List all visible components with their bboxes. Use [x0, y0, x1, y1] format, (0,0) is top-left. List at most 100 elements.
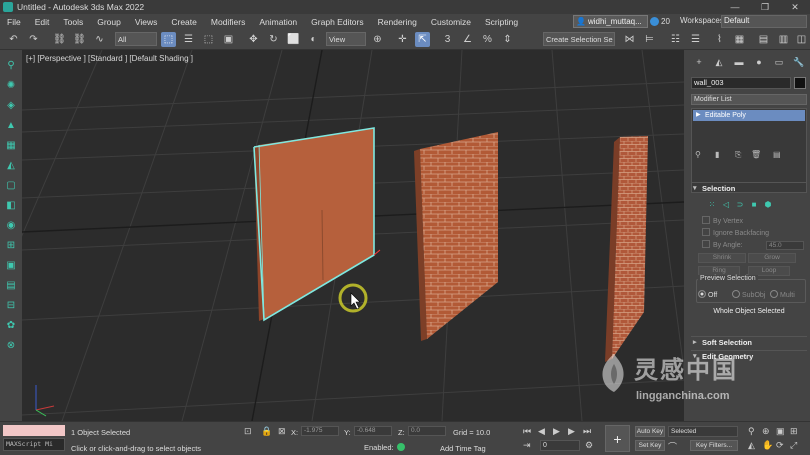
pin-icon[interactable]: ⚲ — [3, 58, 19, 72]
render-icon[interactable]: ◫ — [794, 32, 809, 47]
maximize-viewport-icon[interactable]: ⤢ — [790, 440, 797, 451]
hierarchy-tab-icon[interactable]: ▬ — [732, 55, 746, 69]
object-color-swatch[interactable] — [794, 77, 806, 89]
zoom-extents-all-icon[interactable]: ⊞ — [790, 426, 798, 437]
link-icon[interactable]: ⛓ — [52, 32, 67, 47]
angle-snap-icon[interactable]: ∠ — [460, 32, 475, 47]
isolate-selection-icon[interactable]: ⊡ — [244, 426, 252, 437]
y-coordinate-field[interactable]: -0.648 — [354, 426, 392, 436]
make-unique-icon[interactable]: ⎘ — [735, 150, 741, 160]
snaps-toggle-icon[interactable]: 3 — [440, 32, 455, 47]
menu-group[interactable]: Group — [90, 17, 128, 27]
auto-key-button[interactable]: Auto Key — [635, 426, 665, 437]
menu-scripting[interactable]: Scripting — [478, 17, 525, 27]
brick-wall-2[interactable] — [414, 132, 498, 341]
x-coordinate-field[interactable]: -1.975 — [301, 426, 339, 436]
modifier-stack-item[interactable]: ▶ Editable Poly — [693, 110, 805, 121]
utilities-tab-icon[interactable]: 🔧 — [792, 55, 806, 69]
perspective-viewport[interactable]: [+] [Perspective ] [Standard ] [Default … — [22, 50, 684, 421]
zoom-icon[interactable]: ⚲ — [748, 426, 755, 437]
preview-off-radio[interactable]: Off — [698, 290, 717, 299]
modifier-list-dropdown[interactable]: Modifier List — [691, 94, 807, 105]
light-icon[interactable]: ✺ — [3, 78, 19, 92]
bind-space-warp-icon[interactable]: ∿ — [92, 32, 107, 47]
show-end-result-icon[interactable]: ▮ — [715, 150, 719, 159]
go-to-start-icon[interactable]: ⏮ — [523, 426, 531, 437]
move-icon[interactable]: ✥ — [246, 32, 261, 47]
display-tab-icon[interactable]: ▭ — [772, 55, 786, 69]
reference-coordinate-dropdown[interactable]: View — [326, 32, 366, 46]
by-vertex-checkbox[interactable]: By Vertex — [702, 216, 743, 225]
keyboard-shortcut-override-icon[interactable]: ⇱ — [415, 32, 430, 47]
zoom-all-icon[interactable]: ⊕ — [762, 426, 770, 437]
viewport-label[interactable]: [+] [Perspective ] [Standard ] [Default … — [26, 54, 193, 63]
field-of-view-icon[interactable]: ◭ — [748, 440, 755, 451]
menu-graph-editors[interactable]: Graph Editors — [304, 17, 370, 27]
percent-snap-icon[interactable]: % — [480, 32, 495, 47]
go-to-end-icon[interactable]: ⏭ — [583, 426, 591, 437]
maxscript-mini-listener[interactable]: MAXScript Mi — [3, 438, 65, 451]
pan-icon[interactable]: ✋ — [762, 440, 773, 451]
align-icon[interactable]: ⊨ — [642, 32, 657, 47]
motion-tab-icon[interactable]: ● — [752, 55, 766, 69]
flower-icon[interactable]: ✿ — [3, 318, 19, 332]
vertex-icon[interactable]: ⁙ — [706, 198, 718, 210]
maxscript-listener-pink[interactable] — [3, 425, 65, 436]
grid-snap-icon[interactable]: ⊞ — [3, 238, 19, 252]
modify-tab-icon[interactable]: ◭ — [712, 55, 726, 69]
zoom-extents-icon[interactable]: ▣ — [776, 426, 785, 437]
undo-icon[interactable]: ↶ — [6, 32, 21, 47]
menu-tools[interactable]: Tools — [56, 17, 90, 27]
menu-animation[interactable]: Animation — [252, 17, 304, 27]
maximize-button[interactable]: ❐ — [750, 0, 780, 14]
set-key-button[interactable]: Set Key — [635, 440, 665, 451]
redo-icon[interactable]: ↷ — [26, 32, 41, 47]
create-tab-icon[interactable]: + — [692, 55, 706, 69]
menu-create[interactable]: Create — [164, 17, 204, 27]
shape-icon[interactable]: ◧ — [3, 198, 19, 212]
current-frame-field[interactable]: 0 — [540, 440, 580, 451]
hierarchy-icon[interactable]: ⊟ — [3, 298, 19, 312]
pivot-center-icon[interactable]: ⊕ — [370, 32, 385, 47]
element-icon[interactable]: ⬢ — [762, 198, 774, 210]
select-object-icon[interactable]: ⬚ — [161, 32, 176, 47]
spinner-snap-icon[interactable]: ⇕ — [500, 32, 515, 47]
viewport-icon[interactable]: ▣ — [3, 258, 19, 272]
ignore-backfacing-checkbox[interactable]: Ignore Backfacing — [702, 228, 769, 237]
close-button[interactable]: ✕ — [780, 0, 810, 14]
key-mode-icon[interactable]: ⇥ — [523, 440, 531, 451]
user-account-dropdown[interactable]: 👤 widhi_muttaq... — [573, 15, 648, 28]
menu-views[interactable]: Views — [128, 17, 165, 27]
adaptive-degradation-toggle[interactable]: Enabled: — [364, 443, 405, 452]
bulb-icon[interactable]: ⊗ — [3, 338, 19, 352]
play-icon[interactable]: ▶ — [553, 426, 560, 437]
building-icon[interactable]: ▦ — [3, 138, 19, 152]
enabled-toggle-icon[interactable] — [396, 443, 405, 451]
rotate-icon[interactable]: ↻ — [266, 32, 281, 47]
layer-explorer-icon[interactable]: ☰ — [688, 32, 703, 47]
menu-customize[interactable]: Customize — [424, 17, 478, 27]
material-editor-icon[interactable]: ▤ — [756, 32, 771, 47]
set-keys-icon[interactable]: + — [605, 425, 630, 452]
schematic-view-icon[interactable]: ▦ — [732, 32, 747, 47]
select-manipulate-icon[interactable]: ✛ — [395, 32, 410, 47]
edit-geometry-rollout-header[interactable]: Edit Geometry — [691, 350, 807, 362]
polygon-icon[interactable]: ■ — [748, 198, 760, 210]
rectangular-selection-icon[interactable]: ⬚ — [201, 32, 216, 47]
default-tangent-icon[interactable]: ⌒ — [668, 440, 677, 453]
brick-wall-3[interactable] — [605, 136, 648, 362]
next-frame-icon[interactable]: ▶ — [568, 426, 575, 437]
render-setup-icon[interactable]: ▥ — [776, 32, 791, 47]
wall-003-selected[interactable] — [253, 127, 381, 322]
orbit-icon[interactable]: ⟳ — [776, 440, 784, 451]
time-config-icon[interactable]: ⚙ — [585, 440, 593, 451]
selection-filter-dropdown[interactable]: All — [115, 32, 157, 46]
camera-icon[interactable]: ◈ — [3, 98, 19, 112]
key-filters-button[interactable]: Key Filters... — [690, 440, 738, 451]
expand-arrow-icon[interactable]: ▶ — [696, 110, 701, 121]
unlink-icon[interactable]: ⛓ — [72, 32, 87, 47]
border-icon[interactable]: ⊃ — [734, 198, 746, 210]
angle-spinner[interactable]: 45.0 — [766, 241, 804, 250]
z-coordinate-field[interactable]: 0.0 — [408, 426, 446, 436]
absolute-mode-icon[interactable]: ⊠ — [278, 426, 286, 437]
